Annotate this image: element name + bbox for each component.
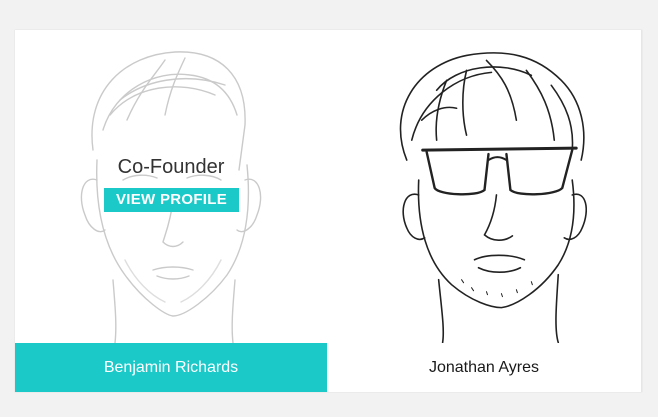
- team-grid: Co-Founder VIEW PROFILE Benjamin Richard…: [15, 30, 642, 392]
- team-card-jonathan-ayres[interactable]: Jonathan Ayres: [327, 30, 642, 392]
- portrait-sketch-icon: [399, 52, 588, 343]
- member-role: Co-Founder: [117, 156, 225, 178]
- portrait-image: [327, 30, 641, 343]
- team-card-benjamin-richards[interactable]: Co-Founder VIEW PROFILE Benjamin Richard…: [15, 30, 327, 392]
- member-name: Jonathan Ayres: [327, 343, 641, 392]
- hover-overlay: [15, 30, 327, 343]
- view-profile-button[interactable]: VIEW PROFILE: [104, 188, 239, 212]
- member-name: Benjamin Richards: [15, 343, 327, 392]
